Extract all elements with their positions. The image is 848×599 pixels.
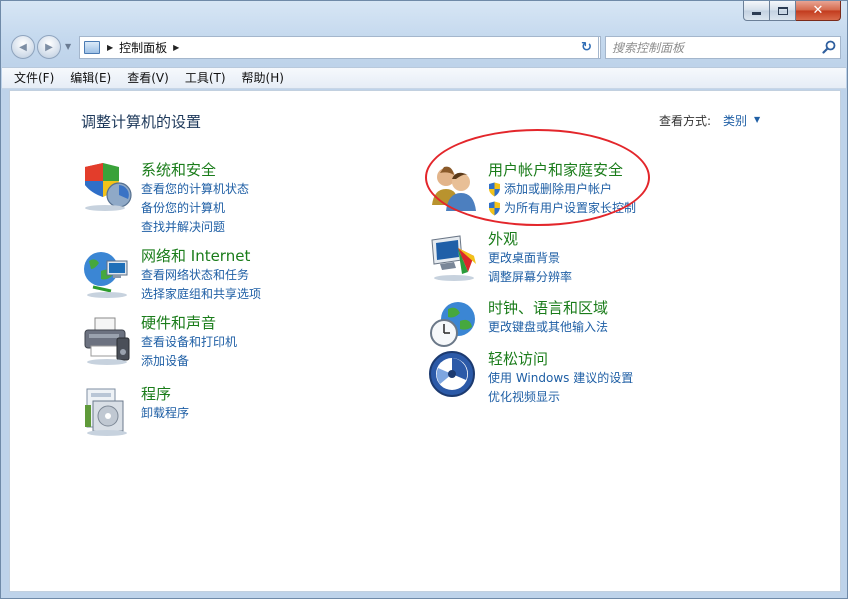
breadcrumb-separator-icon[interactable]: ▶ [173, 43, 179, 52]
link-uninstall-program[interactable]: 卸载程序 [141, 404, 421, 423]
link-view-computer-status[interactable]: 查看您的计算机状态 [141, 180, 421, 199]
refresh-icon: ↻ [581, 40, 592, 55]
recent-pages-dropdown[interactable]: ▼ [65, 42, 71, 51]
search-box[interactable] [605, 36, 841, 59]
search-icon[interactable] [822, 40, 836, 54]
link-devices-printers[interactable]: 查看设备和打印机 [141, 333, 421, 352]
menu-help[interactable]: 帮助(H) [234, 68, 292, 88]
category-body: 系统和安全 查看您的计算机状态 备份您的计算机 查找并解决问题 [141, 161, 421, 237]
content-area: 调整计算机的设置 查看方式: 类别 ▼ 系统和安全 查看您的计算机状态 备份您的… [9, 90, 841, 592]
search-input[interactable] [606, 37, 816, 58]
control-panel-window: ✕ ◀ ▶ ▼ ▶ 控制面板 ▶ ▼ ↻ 文件(F) 编辑(E) 查看(V) 工… [0, 0, 848, 599]
navigation-bar: ◀ ▶ ▼ ▶ 控制面板 ▶ ▼ ↻ [9, 33, 841, 61]
chevron-down-icon[interactable]: ▼ [754, 115, 760, 124]
menu-bar: 文件(F) 编辑(E) 查看(V) 工具(T) 帮助(H) [2, 67, 846, 89]
control-panel-icon [84, 41, 100, 54]
appearance-monitor-icon[interactable] [428, 230, 480, 282]
link-network-status[interactable]: 查看网络状态和任务 [141, 266, 421, 285]
ease-of-access-icon[interactable] [428, 350, 480, 402]
category-title[interactable]: 轻松访问 [488, 350, 768, 369]
clock-globe-icon[interactable] [428, 299, 480, 351]
menu-file[interactable]: 文件(F) [6, 68, 62, 88]
link-change-desktop-background[interactable]: 更改桌面背景 [488, 249, 768, 268]
link-text: 添加或删除用户帐户 [504, 182, 613, 196]
caption-buttons: ✕ [743, 1, 841, 22]
minimize-button[interactable] [743, 1, 770, 21]
link-add-device[interactable]: 添加设备 [141, 352, 421, 371]
link-text: 为所有用户设置家长控制 [504, 201, 637, 215]
shield-security-icon[interactable] [81, 161, 133, 213]
forward-button[interactable]: ▶ [37, 35, 61, 59]
maximize-button[interactable] [770, 1, 796, 21]
category-title[interactable]: 硬件和声音 [141, 314, 421, 333]
link-optimize-visual-display[interactable]: 优化视频显示 [488, 388, 768, 407]
category-body: 时钟、语言和区域 更改键盘或其他输入法 [488, 299, 768, 337]
view-by-dropdown[interactable]: 类别 [723, 112, 747, 129]
programs-icon[interactable] [81, 385, 133, 437]
back-button[interactable]: ◀ [11, 35, 35, 59]
view-by-label: 查看方式: [659, 114, 712, 128]
menu-edit[interactable]: 编辑(E) [62, 68, 119, 88]
printer-icon[interactable] [81, 314, 133, 366]
category-title[interactable]: 系统和安全 [141, 161, 421, 180]
network-globe-icon[interactable] [81, 247, 133, 299]
breadcrumb-separator-icon[interactable]: ▶ [107, 43, 113, 52]
minimize-icon [752, 12, 761, 15]
chevron-down-icon: ▼ [65, 42, 72, 51]
link-change-keyboard-input[interactable]: 更改键盘或其他输入法 [488, 318, 768, 337]
forward-arrow-icon: ▶ [45, 41, 53, 53]
uac-shield-icon [489, 182, 500, 197]
link-adjust-resolution[interactable]: 调整屏幕分辨率 [488, 268, 768, 287]
menu-tools[interactable]: 工具(T) [177, 68, 234, 88]
page-title: 调整计算机的设置 [81, 113, 202, 131]
users-icon[interactable] [428, 161, 480, 213]
link-troubleshoot[interactable]: 查找并解决问题 [141, 218, 421, 237]
category-title[interactable]: 时钟、语言和区域 [488, 299, 768, 318]
uac-shield-icon [489, 201, 500, 216]
close-icon: ✕ [812, 3, 824, 18]
category-body: 外观 更改桌面背景 调整屏幕分辨率 [488, 230, 768, 287]
category-title[interactable]: 用户帐户和家庭安全 [488, 161, 768, 180]
link-backup-computer[interactable]: 备份您的计算机 [141, 199, 421, 218]
breadcrumb-control-panel[interactable]: 控制面板 [119, 39, 167, 56]
category-title[interactable]: 网络和 Internet [141, 247, 421, 266]
refresh-button[interactable]: ↻ [575, 36, 599, 59]
category-body: 用户帐户和家庭安全 添加或删除用户帐户 为所有用户设置家长控制 [488, 161, 768, 218]
link-parental-controls[interactable]: 为所有用户设置家长控制 [488, 199, 768, 218]
category-title[interactable]: 外观 [488, 230, 768, 249]
link-add-remove-accounts[interactable]: 添加或删除用户帐户 [488, 180, 768, 199]
close-button[interactable]: ✕ [796, 1, 841, 21]
menu-view[interactable]: 查看(V) [119, 68, 177, 88]
category-body: 硬件和声音 查看设备和打印机 添加设备 [141, 314, 421, 371]
link-homegroup-sharing[interactable]: 选择家庭组和共享选项 [141, 285, 421, 304]
link-windows-suggested-settings[interactable]: 使用 Windows 建议的设置 [488, 369, 768, 388]
category-body: 轻松访问 使用 Windows 建议的设置 优化视频显示 [488, 350, 768, 407]
back-arrow-icon: ◀ [19, 41, 27, 53]
category-body: 程序 卸载程序 [141, 385, 421, 423]
category-body: 网络和 Internet 查看网络状态和任务 选择家庭组和共享选项 [141, 247, 421, 304]
maximize-icon [777, 6, 788, 15]
category-title[interactable]: 程序 [141, 385, 421, 404]
address-bar[interactable]: ▶ 控制面板 ▶ ▼ [79, 36, 601, 59]
